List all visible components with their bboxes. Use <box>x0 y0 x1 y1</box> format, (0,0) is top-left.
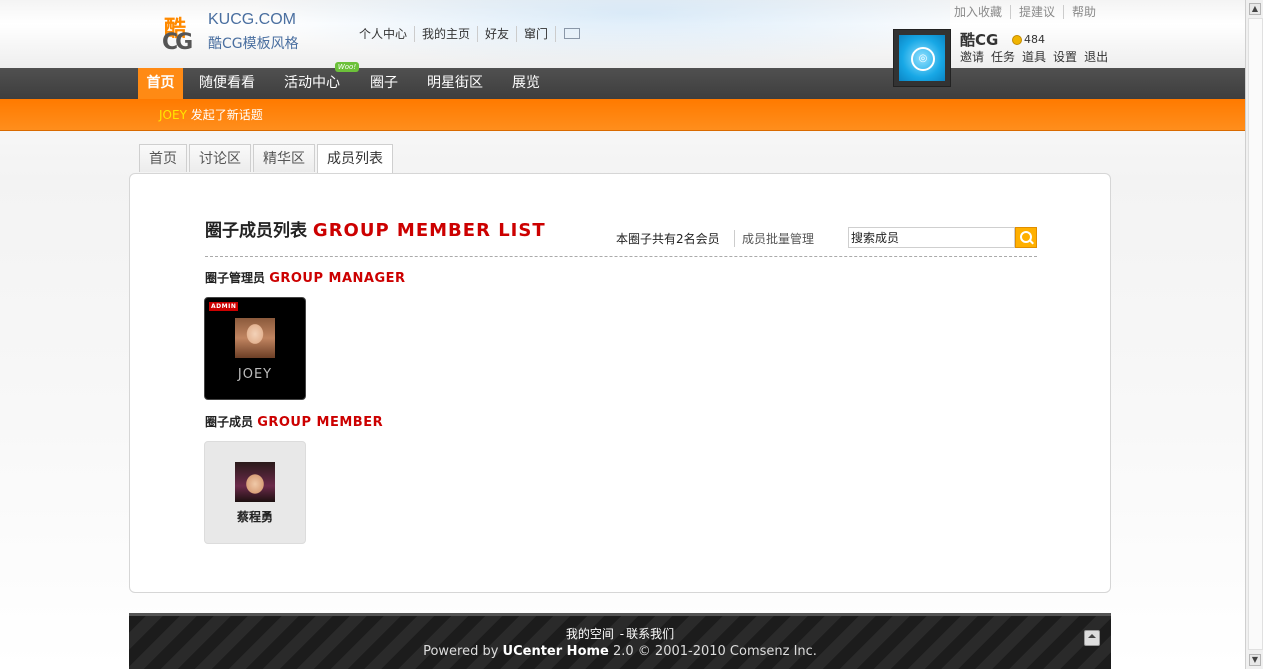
tab-member-list[interactable]: 成员列表 <box>317 144 393 174</box>
props-link[interactable]: 道具 <box>1022 48 1046 65</box>
main-nav-browse[interactable]: 随便看看 <box>199 68 255 99</box>
top-nav: 个人中心 我的主页 好友 窜门 <box>352 26 588 42</box>
user-credits: 484 <box>1012 33 1045 46</box>
logo-mark-bottom: CG <box>162 30 193 55</box>
member-count: 本圈子共有2名会员 <box>616 232 720 246</box>
member-name[interactable]: 蔡程勇 <box>205 508 305 525</box>
tab-home[interactable]: 首页 <box>139 144 187 172</box>
top-nav-personal-center[interactable]: 个人中心 <box>352 26 416 42</box>
logo-subtitle: 酷CG模板风格 <box>208 36 299 52</box>
coin-icon <box>1012 34 1022 45</box>
member-card[interactable]: 蔡程勇 <box>204 441 306 544</box>
member-section-title: 圈子成员 GROUP MEMBER <box>205 413 383 430</box>
tasks-link[interactable]: 任务 <box>991 48 1015 65</box>
manager-avatar[interactable] <box>235 318 275 358</box>
main-nav-star-street[interactable]: 明星街区 <box>427 68 483 99</box>
ticker-action: 发起了新话题 <box>186 108 263 122</box>
top-nav-visit[interactable]: 窜门 <box>517 26 557 42</box>
logo-mark: 酷 CG <box>162 11 204 55</box>
add-favorite-link[interactable]: 加入收藏 <box>946 5 1010 19</box>
new-badge: Woo! <box>335 62 359 72</box>
footer-links: 我的空间 - 联系我们 <box>565 627 675 641</box>
footer-my-space-link[interactable]: 我的空间 <box>566 627 614 641</box>
top-links: 加入收藏 提建议 帮助 <box>946 5 1104 19</box>
main-nav-home[interactable]: 首页 <box>138 68 183 101</box>
page-title: 圈子成员列表 GROUP MEMBER LIST <box>205 216 546 241</box>
back-to-top-icon[interactable] <box>1084 630 1100 646</box>
main-nav-exhibition[interactable]: 展览 <box>512 68 540 99</box>
powered-product[interactable]: UCenter Home <box>503 644 609 659</box>
user-name[interactable]: 酷CG <box>960 29 998 50</box>
activity-ticker[interactable]: JOEY 发起了新话题 <box>159 106 263 123</box>
search-button[interactable] <box>1015 227 1037 248</box>
page: 酷 CG KUCG.COM 酷CG模板风格 个人中心 我的主页 好友 窜门 加入… <box>0 0 1245 669</box>
suggestion-link[interactable]: 提建议 <box>1010 5 1063 19</box>
scroll-up-icon[interactable]: ▲ <box>1249 3 1261 15</box>
avatar-image: ◎ <box>899 35 945 81</box>
member-section-en: GROUP MEMBER <box>257 415 384 430</box>
help-link[interactable]: 帮助 <box>1063 5 1104 19</box>
tab-discussion[interactable]: 讨论区 <box>189 144 251 172</box>
manager-section-title: 圈子管理员 GROUP MANAGER <box>205 269 406 286</box>
title-divider <box>205 256 1037 257</box>
vertical-scrollbar[interactable]: ▲ ▼ <box>1245 0 1263 669</box>
manager-section-en: GROUP MANAGER <box>269 271 406 286</box>
user-avatar[interactable]: ◎ <box>893 29 951 87</box>
group-tabs: 首页 讨论区 精华区 成员列表 <box>139 144 395 174</box>
member-avatar[interactable] <box>235 462 275 502</box>
logout-link[interactable]: 退出 <box>1084 48 1108 65</box>
settings-link[interactable]: 设置 <box>1053 48 1077 65</box>
main-nav-events[interactable]: 活动中心 <box>284 68 340 99</box>
invite-link[interactable]: 邀请 <box>960 48 984 65</box>
footer-contact-link[interactable]: 联系我们 <box>626 627 674 641</box>
mail-icon[interactable] <box>556 26 588 42</box>
site-logo[interactable]: 酷 CG KUCG.COM 酷CG模板风格 <box>162 11 312 55</box>
page-title-en: GROUP MEMBER LIST <box>312 220 546 241</box>
avatar-symbol-icon: ◎ <box>911 47 935 71</box>
manager-card[interactable]: ADMIN JOEY <box>204 297 306 400</box>
member-section-cn: 圈子成员 <box>205 415 254 429</box>
manager-name[interactable]: JOEY <box>205 367 305 382</box>
main-nav: 首页 随便看看 活动中心 圈子 明星街区 展览 <box>0 68 1245 101</box>
scrollbar-track[interactable] <box>1248 18 1263 650</box>
powered-suffix: 2.0 © 2001-2010 Comsenz Inc. <box>608 644 817 659</box>
logo-title: KUCG.COM <box>208 11 296 28</box>
top-nav-friends[interactable]: 好友 <box>478 26 518 42</box>
user-links: 邀请 任务 道具 设置 退出 <box>960 48 1115 65</box>
tab-featured[interactable]: 精华区 <box>253 144 315 172</box>
member-list-panel: 圈子成员列表 GROUP MEMBER LIST 本圈子共有2名会员 成员批量管… <box>129 173 1111 593</box>
top-nav-my-homepage[interactable]: 我的主页 <box>415 26 479 42</box>
page-title-cn: 圈子成员列表 <box>205 221 307 241</box>
batch-manage-link[interactable]: 成员批量管理 <box>734 230 814 247</box>
member-search-input[interactable] <box>848 227 1015 248</box>
manager-section-cn: 圈子管理员 <box>205 271 266 285</box>
credits-value: 484 <box>1024 33 1045 46</box>
powered-prefix: Powered by <box>423 644 503 659</box>
scroll-down-icon[interactable]: ▼ <box>1249 654 1261 666</box>
footer-powered-by: Powered by UCenter Home 2.0 © 2001-2010 … <box>129 644 1111 659</box>
footer: 我的空间 - 联系我们 Powered by UCenter Home 2.0 ©… <box>129 613 1111 669</box>
main-nav-groups[interactable]: 圈子 <box>370 68 398 99</box>
activity-ticker-bar: JOEY 发起了新话题 <box>0 99 1245 131</box>
ticker-user[interactable]: JOEY <box>159 108 187 122</box>
admin-badge: ADMIN <box>209 302 239 311</box>
